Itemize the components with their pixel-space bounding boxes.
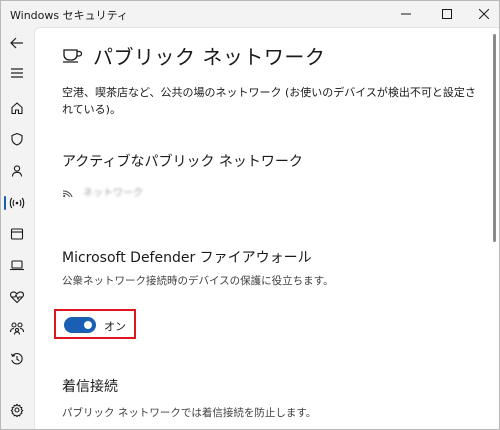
close-icon [479, 9, 489, 19]
sidebar-item-family[interactable] [1, 314, 33, 342]
sidebar-item-firewall[interactable] [1, 189, 33, 217]
person-icon [11, 165, 23, 177]
maximize-button[interactable] [428, 1, 466, 27]
minimize-icon [401, 13, 411, 15]
gear-icon [10, 403, 24, 417]
back-button[interactable] [1, 29, 33, 57]
sidebar-item-settings[interactable] [1, 396, 33, 424]
firewall-toggle-label: オン [104, 320, 126, 333]
page-title: パブリック ネットワーク [93, 45, 326, 69]
home-icon [11, 102, 23, 115]
sidebar-item-home[interactable] [1, 94, 33, 122]
back-arrow-icon [10, 37, 23, 49]
laptop-icon [10, 260, 24, 271]
main-content: パブリック ネットワーク 空港、喫茶店など、公共の場のネットワーク (お使いのデ… [34, 27, 499, 429]
firewall-description: 公衆ネットワーク接続時のデバイスの保護に役立ちます。 [62, 275, 334, 287]
selected-indicator [4, 196, 6, 210]
page-description: 空港、喫茶店など、公共の場のネットワーク (お使いのデバイスが検出不可と設定され… [62, 86, 476, 116]
title-bar: Windows セキュリティ [1, 1, 499, 27]
shield-icon [11, 132, 23, 146]
maximize-icon [442, 9, 452, 19]
hamburger-menu-icon [11, 68, 23, 78]
coffee-cup-icon [63, 49, 83, 63]
firewall-heading: Microsoft Defender ファイアウォール [62, 250, 312, 266]
history-icon [10, 352, 23, 365]
scrollbar-thumb[interactable] [493, 34, 496, 242]
close-button[interactable] [465, 1, 499, 27]
minimize-button[interactable] [387, 1, 425, 27]
network-name: ネットワーク [83, 188, 143, 199]
firewall-toggle[interactable] [64, 317, 96, 333]
wireless-antenna-icon [9, 197, 25, 209]
menu-button[interactable] [1, 59, 33, 87]
wifi-icon [62, 190, 73, 198]
heart-pulse-icon [9, 291, 25, 304]
active-networks-heading: アクティブなパブリック ネットワーク [62, 154, 303, 170]
app-window: Windows セキュリティ パブリック ネットワーク 空港、喫茶店など、公共の… [0, 0, 500, 430]
sidebar-item-virus-protection[interactable] [1, 125, 33, 153]
sidebar-item-device-health[interactable] [1, 283, 33, 311]
sidebar-item-app-browser[interactable] [1, 220, 33, 248]
sidebar-item-device-security[interactable] [1, 251, 33, 279]
app-browser-icon [10, 228, 24, 240]
incoming-connections-heading: 着信接続 [62, 379, 118, 395]
toggle-knob [84, 321, 92, 329]
family-icon [9, 322, 25, 335]
sidebar-item-account[interactable] [1, 157, 33, 185]
sidebar-item-history[interactable] [1, 345, 33, 373]
incoming-connections-description: パブリック ネットワークでは着信接続を防止します。 [62, 407, 317, 419]
sidebar [1, 27, 33, 429]
app-title: Windows セキュリティ [10, 9, 128, 22]
